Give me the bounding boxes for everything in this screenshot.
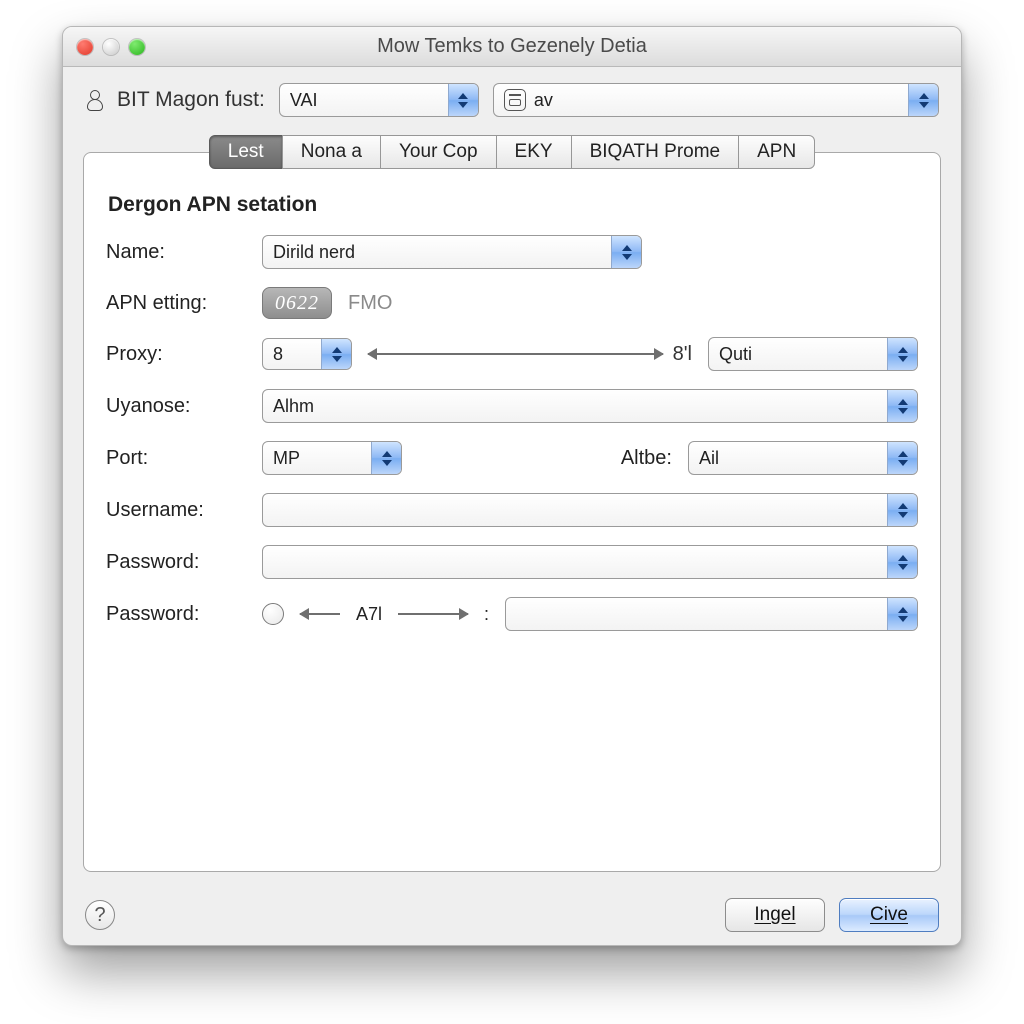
username-field[interactable] — [262, 493, 918, 527]
double-arrow-icon — [368, 353, 663, 355]
name-value: Dirild nerd — [273, 242, 603, 263]
topbar-label: BIT Magon fust: — [117, 88, 265, 112]
uyanose-select[interactable]: Alhm — [262, 389, 918, 423]
tab-apn[interactable]: APN — [738, 135, 815, 169]
dialog-window: Mow Temks to Gezenely Detia BIT Magon fu… — [62, 26, 962, 946]
tab-yourcop[interactable]: Your Cop — [380, 135, 497, 169]
password1-label: Password: — [106, 551, 246, 574]
stepper-icon — [887, 442, 917, 474]
username-label: Username: — [106, 499, 246, 522]
stepper-icon — [887, 598, 917, 630]
row-port: Port: MP Altbe: Ail — [106, 441, 918, 475]
tab-label: Your Cop — [399, 141, 478, 163]
topbar-primary-value: VAI — [290, 90, 440, 111]
ok-label: Cive — [870, 904, 908, 925]
password2-label: Password: — [106, 603, 246, 626]
stepper-icon — [448, 84, 478, 116]
stepper-icon — [321, 339, 351, 369]
help-button[interactable]: ? — [85, 900, 115, 930]
altbe-select[interactable]: Ail — [688, 441, 918, 475]
tab-bioath[interactable]: BIQATH Prome — [571, 135, 740, 169]
arrow-right-icon — [398, 613, 468, 615]
row-proxy: Proxy: 8 8'l Quti — [106, 337, 918, 371]
tab-panel: Dergon APN setation Name: Dirild nerd AP… — [83, 152, 941, 872]
row-password-1: Password: — [106, 545, 918, 579]
topbar-secondary-select[interactable]: av — [493, 83, 939, 117]
stepper-icon — [887, 546, 917, 578]
password2-colon: : — [484, 604, 489, 625]
cancel-label: Ingel — [754, 904, 795, 925]
username-input[interactable] — [273, 500, 879, 521]
apn-etting-label: APN etting: — [106, 292, 246, 315]
stepper-icon — [887, 390, 917, 422]
topbar-primary-select[interactable]: VAI — [279, 83, 479, 117]
tab-label: EKY — [515, 141, 553, 163]
proxy-target-value: Quti — [719, 344, 879, 365]
apn-etting-badge: 0622 — [262, 287, 332, 319]
help-icon: ? — [94, 904, 105, 927]
proxy-target-select[interactable]: Quti — [708, 337, 918, 371]
zoom-window-button[interactable] — [129, 39, 145, 55]
topbar: BIT Magon fust: VAI av — [63, 67, 961, 125]
uyanose-label: Uyanose: — [106, 395, 246, 418]
name-select[interactable]: Dirild nerd — [262, 235, 642, 269]
password1-field[interactable] — [262, 545, 918, 579]
port-label: Port: — [106, 447, 246, 470]
window-title: Mow Temks to Gezenely Detia — [63, 35, 961, 58]
proxy-value: 8 — [273, 344, 313, 365]
ok-button[interactable]: Cive — [839, 898, 939, 932]
tab-nona[interactable]: Nona a — [282, 135, 381, 169]
apn-etting-suffix: FMO — [348, 292, 392, 315]
person-icon — [85, 90, 103, 110]
cancel-button[interactable]: Ingel — [725, 898, 825, 932]
traffic-lights — [77, 39, 145, 55]
tabs-container: Lest Nona a Your Cop EKY BIQATH Prome AP… — [83, 135, 941, 872]
stepper-icon — [887, 338, 917, 370]
row-uyanose: Uyanose: Alhm — [106, 389, 918, 423]
stepper-icon — [887, 494, 917, 526]
minimize-window-button[interactable] — [103, 39, 119, 55]
tab-lest[interactable]: Lest — [209, 135, 283, 169]
section-title: Dergon APN setation — [108, 193, 918, 217]
row-password-2: Password: A7l : — [106, 597, 918, 631]
topbar-secondary-value: av — [534, 90, 900, 111]
titlebar: Mow Temks to Gezenely Detia — [63, 27, 961, 67]
row-name: Name: Dirild nerd — [106, 235, 918, 269]
tab-label: BIQATH Prome — [590, 141, 721, 163]
dialog-footer: ? Ingel Cive — [63, 885, 961, 945]
stepper-icon — [611, 236, 641, 268]
altbe-label: Altbe: — [621, 447, 672, 470]
device-icon — [504, 89, 526, 111]
proxy-range-label: 8'l — [673, 343, 692, 366]
stepper-icon — [371, 442, 401, 474]
proxy-stepper[interactable]: 8 — [262, 338, 352, 370]
password2-radio[interactable] — [262, 603, 284, 625]
password2-slider-text: A7l — [356, 604, 382, 625]
proxy-label: Proxy: — [106, 343, 246, 366]
uyanose-value: Alhm — [273, 396, 879, 417]
name-label: Name: — [106, 241, 246, 264]
tabbar: Lest Nona a Your Cop EKY BIQATH Prome AP… — [83, 135, 941, 169]
stepper-icon — [908, 84, 938, 116]
close-window-button[interactable] — [77, 39, 93, 55]
proxy-range: 8'l — [368, 343, 692, 366]
port-select[interactable]: MP — [262, 441, 402, 475]
row-apn-etting: APN etting: 0622 FMO — [106, 287, 918, 319]
tab-label: Nona a — [301, 141, 362, 163]
altbe-value: Ail — [699, 448, 879, 469]
password2-field[interactable] — [505, 597, 918, 631]
tab-label: APN — [757, 141, 796, 163]
port-value: MP — [273, 448, 363, 469]
tab-eky[interactable]: EKY — [496, 135, 572, 169]
tab-label: Lest — [228, 141, 264, 163]
arrow-left-icon — [300, 613, 340, 615]
password1-input[interactable] — [273, 552, 879, 573]
password2-input[interactable] — [516, 604, 879, 625]
row-username: Username: — [106, 493, 918, 527]
